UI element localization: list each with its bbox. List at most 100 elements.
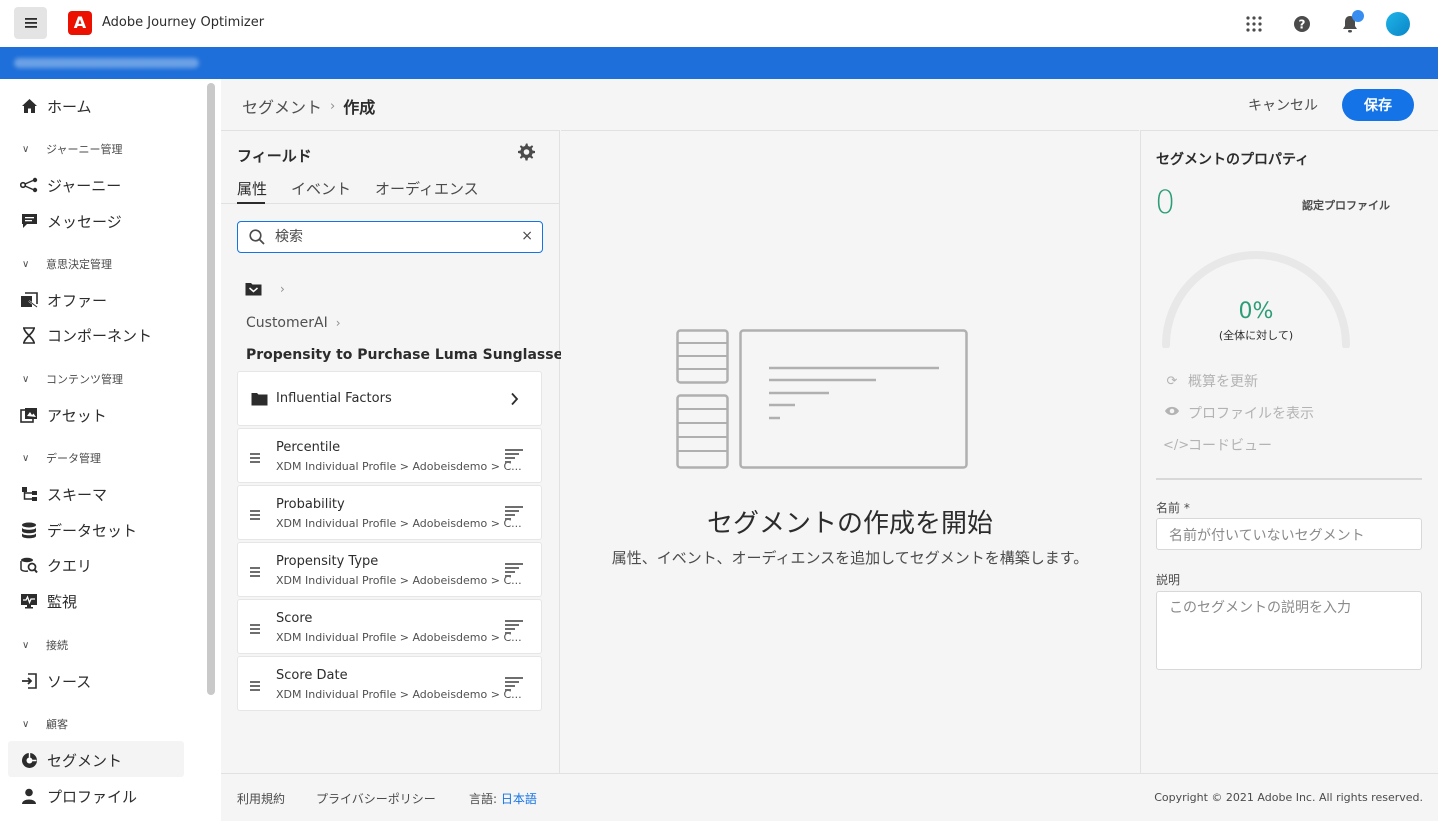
gauge-percent: 0% xyxy=(1238,299,1274,324)
data-distribution-icon[interactable] xyxy=(505,677,523,693)
folder-card[interactable]: Influential Factors xyxy=(237,371,542,426)
nav-item-messages[interactable]: メッセージ xyxy=(20,208,122,234)
nav-item-profiles[interactable]: プロファイル xyxy=(20,783,137,809)
assets-icon xyxy=(20,406,38,424)
language-value[interactable]: 日本語 xyxy=(501,792,537,806)
save-button[interactable]: 保存 xyxy=(1342,89,1414,121)
nav-group-journey-mgmt[interactable]: ∨ ジャーニー管理 xyxy=(22,141,122,157)
attribute-card[interactable]: Propensity Type XDM Individual Profile >… xyxy=(237,542,542,597)
active-tab-indicator xyxy=(237,202,265,204)
section-title: Propensity to Purchase Luma Sunglasses xyxy=(246,347,572,363)
refresh-estimate-button[interactable]: ⟳ 概算を更新 xyxy=(1163,371,1258,391)
segment-icon xyxy=(20,751,38,769)
description-label: 説明 xyxy=(1156,573,1181,587)
path-segment[interactable]: CustomerAI xyxy=(246,315,328,331)
nav-item-components[interactable]: コンポーネント xyxy=(20,322,152,348)
data-distribution-icon[interactable] xyxy=(505,563,523,579)
home-icon xyxy=(20,97,38,115)
cancel-button[interactable]: キャンセル xyxy=(1237,90,1329,120)
tab-events[interactable]: イベント xyxy=(291,178,351,199)
page-title: 作成 xyxy=(343,98,376,117)
gear-icon[interactable] xyxy=(517,143,537,163)
gauge-label: (全体に対して) xyxy=(1218,329,1294,342)
nav-item-assets[interactable]: アセット xyxy=(20,402,107,428)
notification-badge xyxy=(1352,10,1364,22)
root-folder-row[interactable]: › xyxy=(245,282,285,296)
breadcrumb-path[interactable]: CustomerAI › xyxy=(246,315,341,331)
tab-attributes[interactable]: 属性 xyxy=(237,178,267,199)
breadcrumb-separator: › xyxy=(330,98,336,114)
segment-name-input[interactable]: 名前が付いていないセグメント xyxy=(1156,518,1422,550)
copyright: Copyright © 2021 Adobe Inc. All rights r… xyxy=(1154,791,1423,804)
empty-state-illustration xyxy=(676,329,970,475)
language-selector[interactable]: 言語: 日本語 xyxy=(469,790,537,807)
eye-icon xyxy=(1163,405,1181,421)
folder-icon xyxy=(251,393,268,406)
data-distribution-icon[interactable] xyxy=(505,449,523,465)
drag-handle-icon[interactable] xyxy=(250,453,260,465)
name-placeholder: 名前が付いていないセグメント xyxy=(1169,528,1365,544)
tab-audiences[interactable]: オーディエンス xyxy=(375,178,479,199)
chevron-down-icon: ∨ xyxy=(22,373,30,385)
notifications-icon[interactable] xyxy=(1326,9,1374,39)
nav-item-offers[interactable]: オファー xyxy=(20,287,107,313)
nav-group-content-mgmt[interactable]: ∨ コンテンツ管理 xyxy=(22,371,123,387)
attribute-card[interactable]: Score XDM Individual Profile > Adobeisde… xyxy=(237,599,542,654)
attribute-card[interactable]: Probability XDM Individual Profile > Ado… xyxy=(237,485,542,540)
qualified-profile-count: 0 xyxy=(1155,183,1176,221)
menu-icon[interactable] xyxy=(14,7,47,39)
attribute-card[interactable]: Percentile XDM Individual Profile > Adob… xyxy=(237,428,542,483)
drag-handle-icon[interactable] xyxy=(250,681,260,693)
adobe-logo: A xyxy=(68,11,92,35)
code-view-button[interactable]: </> コードビュー xyxy=(1163,435,1272,455)
attribute-name: Score Date xyxy=(276,668,348,683)
language-label: 言語: xyxy=(469,792,498,806)
chevron-down-icon: ∨ xyxy=(22,258,30,270)
nav-item-segments[interactable]: セグメント xyxy=(20,747,122,773)
chevron-down-icon: ∨ xyxy=(22,718,30,730)
data-distribution-icon[interactable] xyxy=(505,506,523,522)
sandbox-switcher[interactable] xyxy=(14,58,199,68)
clear-search-icon[interactable]: × xyxy=(521,228,533,244)
segment-description-input[interactable]: このセグメントの説明を入力 xyxy=(1156,591,1422,670)
nav-item-home[interactable]: ホーム xyxy=(20,93,92,119)
app-switcher-icon[interactable] xyxy=(1230,9,1278,39)
attribute-card[interactable]: Score Date XDM Individual Profile > Adob… xyxy=(237,656,542,711)
nav-item-datasets[interactable]: データセット xyxy=(20,517,137,543)
nav-item-sources[interactable]: ソース xyxy=(20,668,91,694)
privacy-link[interactable]: プライバシーポリシー xyxy=(316,790,436,807)
nav-item-monitoring[interactable]: 監視 xyxy=(20,588,77,614)
user-avatar[interactable] xyxy=(1374,9,1422,39)
nav-item-queries[interactable]: クエリ xyxy=(20,552,92,578)
breadcrumb: セグメント › 作成 xyxy=(242,94,375,118)
terms-link[interactable]: 利用規約 xyxy=(237,790,285,807)
nav-scrollbar[interactable] xyxy=(207,83,215,695)
breadcrumb-parent[interactable]: セグメント xyxy=(242,94,322,118)
drag-handle-icon[interactable] xyxy=(250,567,260,579)
refresh-icon: ⟳ xyxy=(1166,373,1178,389)
search-field[interactable]: × xyxy=(237,221,543,253)
attribute-path: XDM Individual Profile > Adobeisdemo > C… xyxy=(276,460,522,473)
data-distribution-icon[interactable] xyxy=(505,620,523,636)
view-profiles-button[interactable]: プロファイルを表示 xyxy=(1163,403,1314,423)
drag-handle-icon[interactable] xyxy=(250,510,260,522)
properties-title: セグメントのプロパティ xyxy=(1156,152,1310,168)
nav-item-schemas[interactable]: スキーマ xyxy=(20,481,107,507)
nav-group-decision-mgmt[interactable]: ∨ 意思決定管理 xyxy=(22,256,112,272)
nav-group-customer[interactable]: ∨ 顧客 xyxy=(22,716,68,732)
search-input[interactable] xyxy=(275,228,505,244)
nav-item-journeys[interactable]: ジャーニー xyxy=(20,172,121,198)
dataset-icon xyxy=(20,521,38,539)
attribute-path: XDM Individual Profile > Adobeisdemo > C… xyxy=(276,688,522,701)
message-icon xyxy=(20,212,38,230)
nav-group-data-mgmt[interactable]: ∨ データ管理 xyxy=(22,450,101,466)
search-icon xyxy=(249,229,265,245)
help-icon[interactable]: ? xyxy=(1278,9,1326,39)
fields-title: フィールド xyxy=(237,147,312,165)
schema-icon xyxy=(20,485,38,503)
properties-divider xyxy=(1156,478,1422,480)
journey-icon xyxy=(20,176,38,194)
nav-group-connections[interactable]: ∨ 接続 xyxy=(22,637,68,653)
attribute-path: XDM Individual Profile > Adobeisdemo > C… xyxy=(276,631,522,644)
drag-handle-icon[interactable] xyxy=(250,624,260,636)
